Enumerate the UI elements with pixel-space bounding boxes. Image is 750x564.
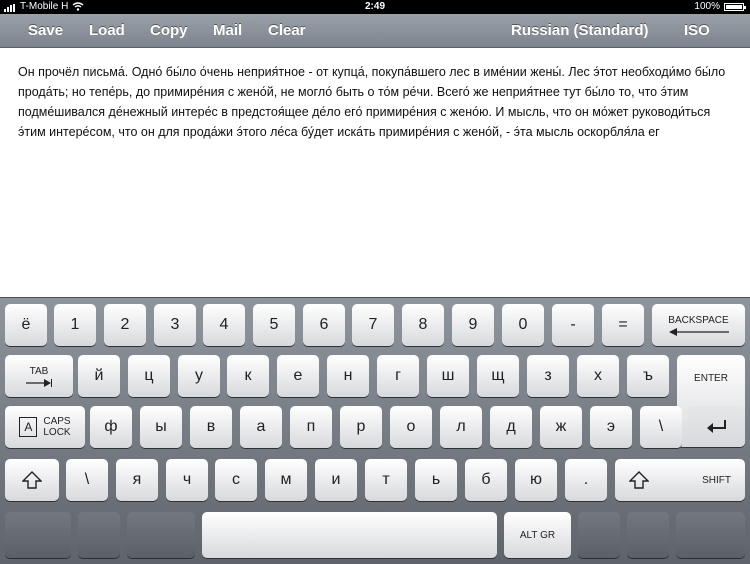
status-bar: T-Mobile H 2:49 100%: [0, 0, 750, 14]
iso-button[interactable]: ISO: [684, 14, 710, 47]
key-0[interactable]: 0: [502, 304, 544, 346]
tab-arrow-icon: [26, 378, 52, 387]
key-e[interactable]: э: [590, 406, 632, 448]
clear-button[interactable]: Clear: [268, 14, 306, 47]
battery-percent: 100%: [694, 1, 720, 12]
right-shift-key[interactable]: SHIFT: [615, 459, 745, 501]
key-n[interactable]: н: [327, 355, 369, 397]
key-ch[interactable]: ч: [166, 459, 208, 501]
key-kh[interactable]: х: [577, 355, 619, 397]
key-ya[interactable]: я: [116, 459, 158, 501]
key-s[interactable]: с: [215, 459, 257, 501]
key-9[interactable]: 9: [452, 304, 494, 346]
key-sh[interactable]: ш: [427, 355, 469, 397]
key-o[interactable]: о: [390, 406, 432, 448]
shift-arrow-icon: [22, 471, 42, 489]
keyboard: ё 1 2 3 4 5 6 7 8 9 0 - = BACKSPACE TAB …: [0, 297, 750, 564]
key-3[interactable]: 3: [154, 304, 196, 346]
blank-key-4[interactable]: [578, 512, 620, 558]
key-equals[interactable]: =: [602, 304, 644, 346]
key-ye[interactable]: е: [277, 355, 319, 397]
key-4[interactable]: 4: [203, 304, 245, 346]
key-5[interactable]: 5: [253, 304, 295, 346]
layout-selector-button[interactable]: Russian (Standard): [511, 14, 649, 47]
key-7[interactable]: 7: [352, 304, 394, 346]
key-i[interactable]: и: [315, 459, 357, 501]
key-d[interactable]: д: [490, 406, 532, 448]
caps-lock-key[interactable]: A CAPS LOCK: [5, 406, 85, 448]
key-yu[interactable]: ю: [515, 459, 557, 501]
shift-arrow-icon: [629, 471, 649, 489]
key-2[interactable]: 2: [104, 304, 146, 346]
load-button[interactable]: Load: [89, 14, 125, 47]
key-t[interactable]: т: [365, 459, 407, 501]
backspace-arrow-icon: [668, 327, 729, 336]
key-1[interactable]: 1: [54, 304, 96, 346]
save-button[interactable]: Save: [28, 14, 63, 47]
key-v[interactable]: в: [190, 406, 232, 448]
key-b[interactable]: б: [465, 459, 507, 501]
key-hard-sign[interactable]: ъ: [627, 355, 669, 397]
blank-key-1[interactable]: [5, 512, 71, 558]
enter-key-lower[interactable]: [688, 406, 745, 447]
key-l[interactable]: л: [440, 406, 482, 448]
key-p[interactable]: п: [290, 406, 332, 448]
key-shch[interactable]: щ: [477, 355, 519, 397]
return-arrow-icon: [706, 419, 726, 433]
key-period[interactable]: .: [565, 459, 607, 501]
key-8[interactable]: 8: [402, 304, 444, 346]
caps-box-icon: A: [19, 417, 38, 437]
mail-button[interactable]: Mail: [213, 14, 242, 47]
key-k[interactable]: к: [227, 355, 269, 397]
key-u[interactable]: у: [178, 355, 220, 397]
key-minus[interactable]: -: [552, 304, 594, 346]
left-shift-key[interactable]: [5, 459, 59, 501]
clock: 2:49: [364, 1, 385, 12]
alt-gr-key[interactable]: ALT GR: [504, 512, 571, 558]
key-soft-sign[interactable]: ь: [415, 459, 457, 501]
tab-key[interactable]: TAB: [5, 355, 73, 397]
key-zh[interactable]: ж: [540, 406, 582, 448]
key-f[interactable]: ф: [90, 406, 132, 448]
key-g[interactable]: г: [377, 355, 419, 397]
backspace-key[interactable]: BACKSPACE: [652, 304, 745, 346]
key-m[interactable]: м: [265, 459, 307, 501]
toolbar: Save Load Copy Mail Clear Russian (Stand…: [0, 14, 750, 48]
key-ts[interactable]: ц: [128, 355, 170, 397]
blank-key-2[interactable]: [78, 512, 120, 558]
space-bar[interactable]: [202, 512, 497, 558]
key-backslash-2[interactable]: \: [66, 459, 108, 501]
copy-button[interactable]: Copy: [150, 14, 188, 47]
text-editor[interactable]: Он прочёл письма́. Одно́ бы́ло о́чень не…: [18, 62, 732, 142]
key-r[interactable]: р: [340, 406, 382, 448]
key-yo[interactable]: ё: [5, 304, 47, 346]
key-6[interactable]: 6: [303, 304, 345, 346]
battery-icon: [724, 2, 746, 11]
key-backslash[interactable]: \: [640, 406, 682, 448]
key-z[interactable]: з: [527, 355, 569, 397]
key-y-short[interactable]: й: [78, 355, 120, 397]
blank-key-5[interactable]: [627, 512, 669, 558]
blank-key-6[interactable]: [676, 512, 745, 558]
key-yery[interactable]: ы: [140, 406, 182, 448]
blank-key-3[interactable]: [127, 512, 195, 558]
key-a[interactable]: а: [240, 406, 282, 448]
